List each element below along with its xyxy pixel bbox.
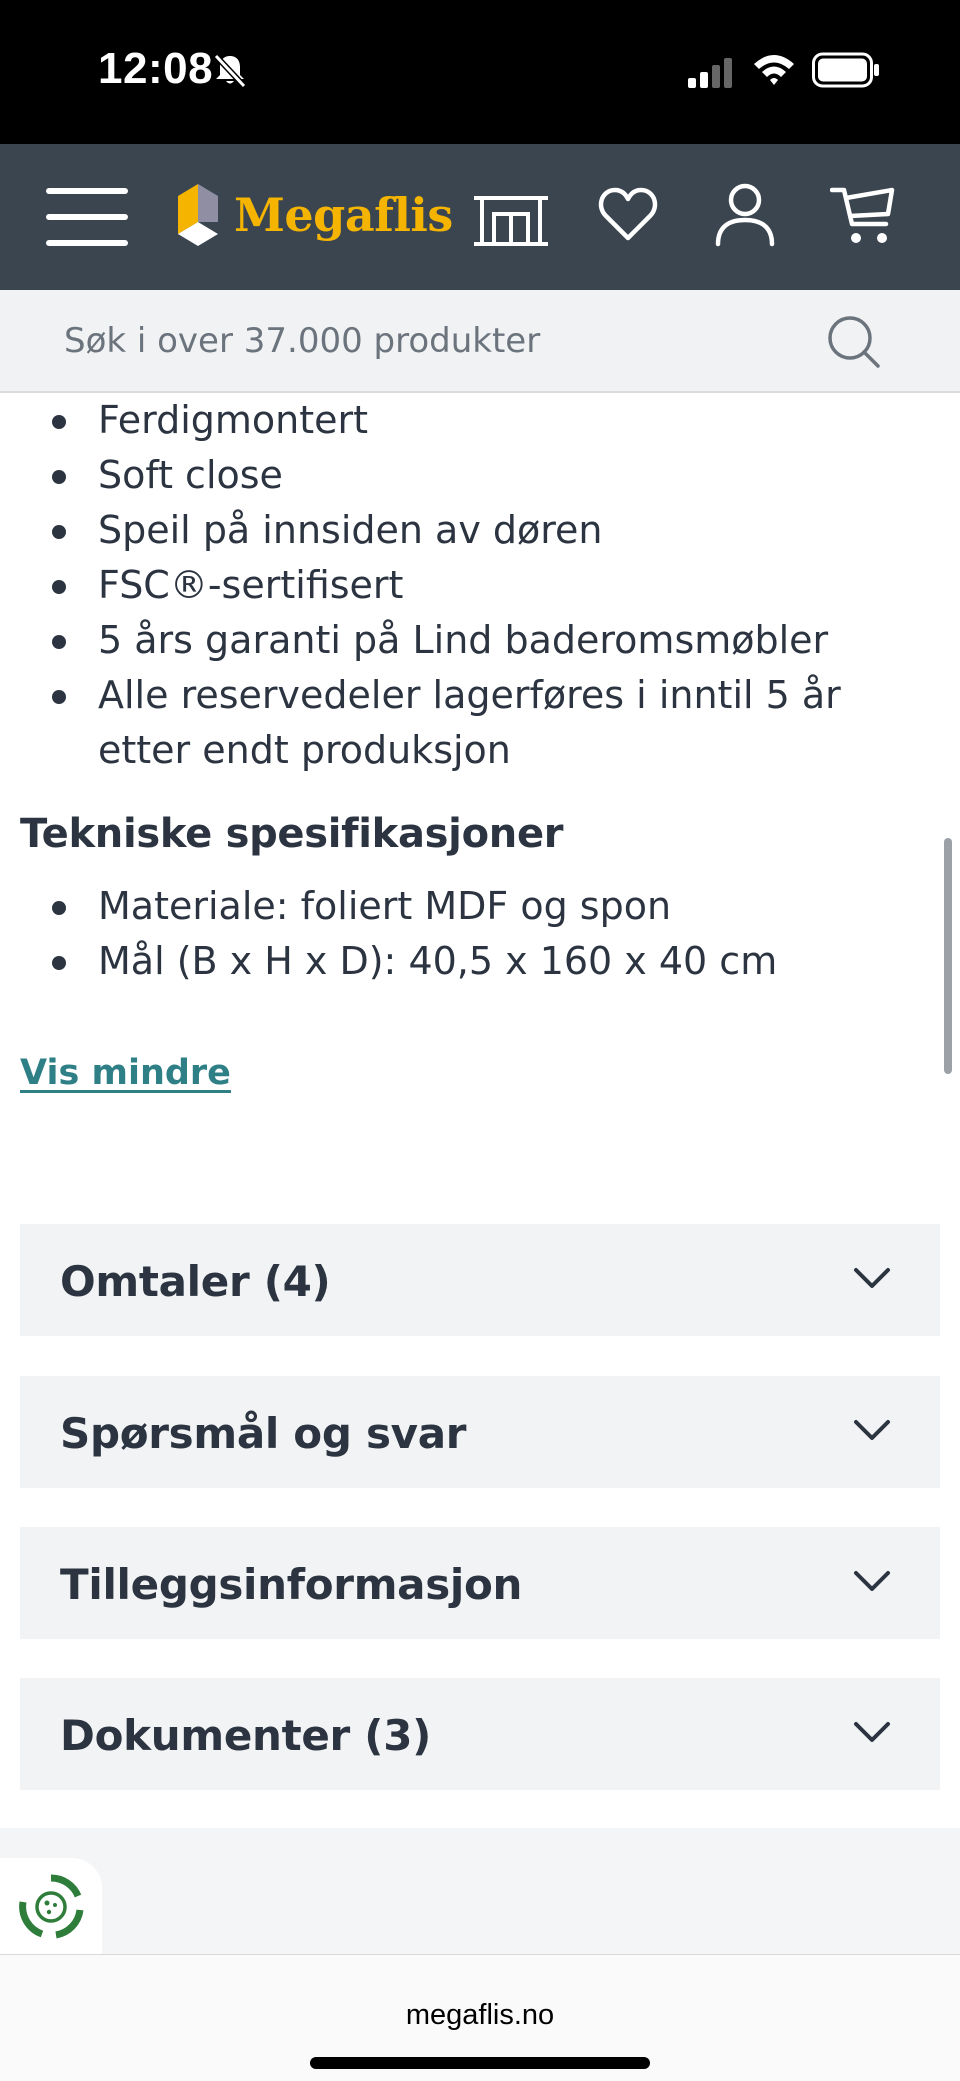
wifi-icon bbox=[754, 55, 794, 85]
cellular-signal-icon bbox=[688, 58, 732, 88]
cookie-consent-icon bbox=[19, 1874, 84, 1939]
home-indicator bbox=[310, 2057, 650, 2069]
accordion-reviews[interactable]: Omtaler (4) bbox=[20, 1224, 940, 1336]
accordion-title: Spørsmål og svar bbox=[60, 1409, 467, 1458]
search-bar bbox=[0, 290, 960, 393]
heart-icon[interactable] bbox=[598, 186, 658, 244]
bell-slash-icon bbox=[213, 53, 247, 89]
list-item: Soft close bbox=[20, 448, 920, 503]
chevron-down-icon bbox=[854, 1268, 890, 1288]
user-icon[interactable] bbox=[714, 182, 776, 248]
scrollbar[interactable] bbox=[944, 838, 952, 1074]
menu-icon[interactable] bbox=[46, 186, 130, 248]
list-item: Ferdigmontert bbox=[20, 393, 920, 448]
show-less-link[interactable]: Vis mindre bbox=[20, 1053, 231, 1093]
browser-address-bar[interactable]: megaflis.no bbox=[0, 1954, 960, 2081]
accordion-documents[interactable]: Dokumenter (3) bbox=[20, 1678, 940, 1790]
search-input[interactable] bbox=[0, 290, 800, 391]
feature-list: Ferdigmontert Soft close Speil på innsid… bbox=[20, 393, 920, 778]
accordion-title: Tilleggsinformasjon bbox=[60, 1560, 523, 1609]
chevron-down-icon bbox=[854, 1722, 890, 1742]
list-item: Materiale: foliert MDF og spon bbox=[20, 879, 920, 934]
url-label[interactable]: megaflis.no bbox=[0, 1999, 960, 2032]
accordion-additional-info[interactable]: Tilleggsinformasjon bbox=[20, 1527, 940, 1639]
battery-icon bbox=[812, 52, 879, 88]
accordion-title: Dokumenter (3) bbox=[60, 1711, 432, 1760]
spec-list: Materiale: foliert MDF og spon Mål (B x … bbox=[20, 879, 920, 989]
search-icon[interactable] bbox=[826, 314, 882, 370]
list-item: 5 års garanti på Lind baderomsmøbler bbox=[20, 613, 920, 668]
cookie-settings-button[interactable] bbox=[0, 1858, 102, 1954]
megaflis-logo-icon[interactable] bbox=[174, 184, 222, 246]
accordion-title: Omtaler (4) bbox=[60, 1257, 331, 1306]
status-bar: 12:08 bbox=[0, 0, 960, 144]
list-item: Mål (B x H x D): 40,5 x 160 x 40 cm bbox=[20, 934, 920, 989]
chevron-down-icon bbox=[854, 1571, 890, 1591]
list-item: Alle reservedeler lagerføres i inntil 5 … bbox=[20, 668, 920, 778]
brand-logo-text[interactable]: Megaflis bbox=[234, 188, 453, 242]
site-header: Megaflis bbox=[0, 144, 960, 290]
list-item: FSC®-sertifisert bbox=[20, 558, 920, 613]
cart-icon[interactable] bbox=[830, 184, 896, 248]
list-item: Speil på innsiden av døren bbox=[20, 503, 920, 558]
footer-band bbox=[0, 1828, 960, 1954]
chevron-down-icon bbox=[854, 1420, 890, 1440]
status-time: 12:08 bbox=[98, 44, 214, 93]
showroom-icon[interactable] bbox=[472, 188, 550, 248]
specs-heading: Tekniske spesifikasjoner bbox=[20, 811, 564, 857]
accordion-questions[interactable]: Spørsmål og svar bbox=[20, 1376, 940, 1488]
